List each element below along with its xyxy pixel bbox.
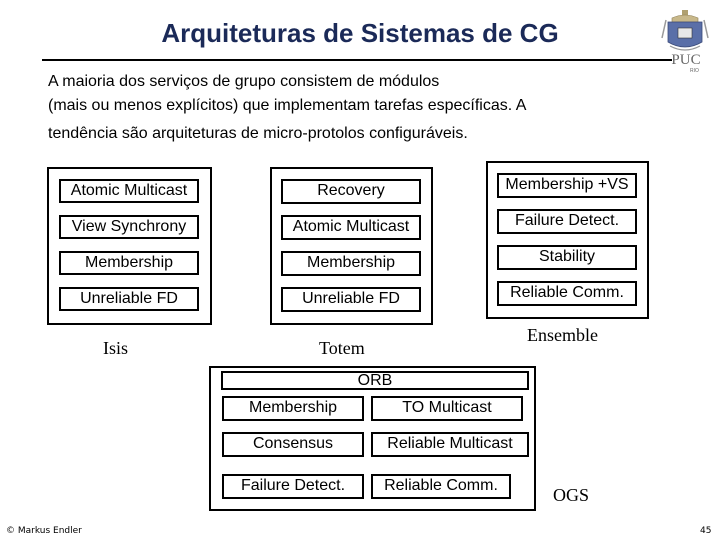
footer-author: © Markus Endler — [6, 526, 82, 536]
totem-module: Recovery — [281, 179, 421, 204]
ogs-label: OGS — [553, 485, 590, 505]
totem-module: Atomic Multicast — [281, 215, 421, 240]
ensemble-module: Reliable Comm. — [497, 281, 637, 306]
isis-module: Membership — [59, 251, 199, 275]
page-number: 45 — [700, 526, 712, 536]
ogs-module: TO Multicast — [371, 396, 523, 421]
isis-module: Atomic Multicast — [59, 179, 199, 203]
ensemble-module: Failure Detect. — [497, 209, 637, 234]
isis-module: View Synchrony — [59, 215, 199, 239]
intro-paragraph: A maioria dos serviços de grupo consiste… — [48, 70, 648, 146]
totem-label: Totem — [319, 338, 365, 358]
slide-title: Arquiteturas de Sistemas de CG — [161, 18, 559, 48]
totem-module: Membership — [281, 251, 421, 276]
isis-label: Isis — [103, 338, 129, 358]
intro-line: A maioria dos serviços de grupo consiste… — [48, 73, 440, 90]
ensemble-module: Membership +VS — [497, 173, 637, 198]
intro-line: tendência são arquiteturas de micro-prot… — [48, 125, 468, 142]
logo-text: PUC — [671, 52, 701, 68]
ogs-module: Consensus — [222, 432, 364, 457]
ogs-module: Failure Detect. — [222, 474, 364, 499]
ensemble-module: Stability — [497, 245, 637, 270]
puc-rio-logo: PUC RIO — [660, 8, 710, 78]
isis-module: Unreliable FD — [59, 287, 199, 311]
logo-subtext: RIO — [690, 68, 699, 74]
ogs-module: Reliable Comm. — [371, 474, 511, 499]
ogs-module: Membership — [222, 396, 364, 421]
totem-module: Unreliable FD — [281, 287, 421, 312]
title-divider — [42, 59, 672, 61]
intro-line: (mais ou menos explícitos) que implement… — [48, 97, 527, 114]
ensemble-label: Ensemble — [527, 325, 598, 345]
ogs-orb-module: ORB — [221, 371, 529, 390]
ogs-module: Reliable Multicast — [371, 432, 529, 457]
